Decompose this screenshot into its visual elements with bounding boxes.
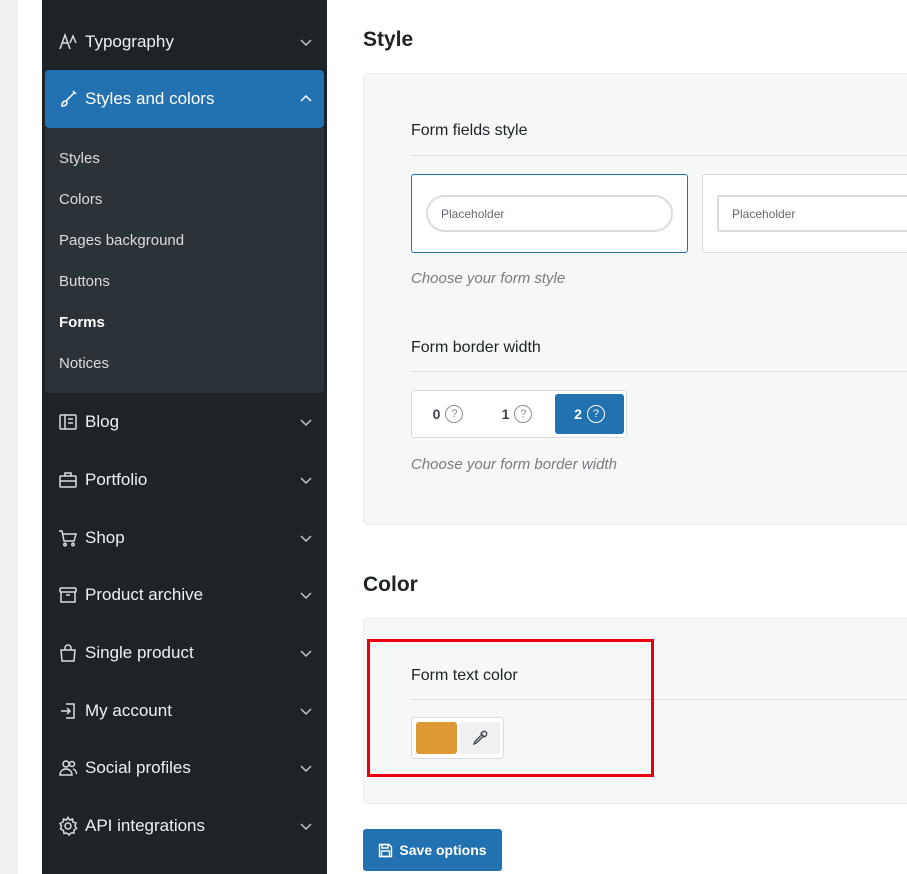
submenu-item-pages-background[interactable]: Pages background: [59, 232, 184, 249]
help-icon[interactable]: ?: [514, 405, 533, 423]
brush-icon: [61, 90, 77, 107]
help-icon[interactable]: ?: [445, 405, 464, 423]
save-icon: [379, 843, 393, 857]
nav-label: Styles and colors: [85, 89, 215, 108]
chevron-down-icon: [300, 765, 312, 773]
chevron-down-icon: [300, 708, 312, 716]
nav-item-single-product[interactable]: Single product: [42, 625, 327, 681]
typography-icon: [59, 32, 77, 50]
briefcase-icon: [59, 472, 77, 488]
nav-item-product-archive[interactable]: Product archive: [42, 567, 327, 623]
nav-item-social-profiles[interactable]: Social profiles: [42, 740, 327, 796]
chevron-down-icon: [300, 592, 312, 600]
nav-label: Shop: [85, 528, 125, 547]
chevron-down-icon: [300, 39, 312, 47]
chevron-down-icon: [300, 535, 312, 543]
border-width-option-1[interactable]: 1 ?: [483, 394, 551, 434]
submenu-styles-and-colors: Styles Colors Pages background Buttons F…: [45, 128, 324, 393]
chevron-down-icon: [300, 650, 312, 658]
form-style-option-square[interactable]: Placeholder: [702, 174, 907, 253]
section-title-style: Style: [363, 28, 414, 51]
form-style-option-rounded[interactable]: Placeholder: [411, 174, 688, 253]
nav-item-shop[interactable]: Shop: [42, 510, 327, 566]
users-icon: [59, 760, 78, 776]
chevron-down-icon: [300, 823, 312, 831]
nav-item-api-integrations[interactable]: API integrations: [42, 798, 327, 854]
nav-label: Social profiles: [85, 758, 191, 777]
admin-gutter: [0, 0, 18, 874]
nav-label: Product archive: [85, 585, 204, 604]
nav-label: Blog: [85, 412, 120, 431]
chevron-down-icon: [300, 477, 312, 485]
nav-label: My account: [85, 701, 172, 720]
form-border-width-label: Form border width: [411, 339, 541, 356]
options-main: Style Form fields style Placeholder Plac…: [327, 0, 907, 874]
nav-label: Single product: [85, 643, 194, 662]
nav-item-portfolio[interactable]: Portfolio: [42, 452, 327, 508]
save-options-button[interactable]: Save options: [363, 829, 502, 871]
options-sidebar: Typography Styles and colors Styles Colo…: [42, 0, 327, 874]
nav-label: Typography: [85, 32, 174, 51]
chevron-down-icon: [300, 419, 312, 427]
border-width-selector: 0 ? 1 ? 2 ?: [411, 390, 627, 438]
archive-icon: [59, 587, 77, 603]
submenu-item-notices[interactable]: Notices: [59, 355, 109, 372]
nav-item-blog[interactable]: Blog: [42, 394, 327, 450]
placeholder-preview: Placeholder: [426, 195, 673, 232]
save-label: Save options: [399, 842, 487, 858]
nav-item-my-account[interactable]: My account: [42, 683, 327, 739]
submenu-item-buttons[interactable]: Buttons: [59, 273, 110, 290]
placeholder-preview: Placeholder: [717, 195, 907, 232]
gear-icon: [58, 816, 78, 836]
border-width-option-0[interactable]: 0 ?: [415, 394, 481, 434]
nav-item-styles-and-colors[interactable]: Styles and colors: [42, 71, 327, 127]
form-border-width-help: Choose your form border width: [411, 456, 617, 473]
nav-label: Portfolio: [85, 470, 148, 489]
highlight-box: [367, 639, 654, 777]
submenu-item-forms[interactable]: Forms: [59, 314, 105, 331]
nav-label: API integrations: [85, 816, 206, 835]
blog-icon: [59, 414, 77, 430]
submenu-item-styles[interactable]: Styles: [59, 150, 100, 167]
cart-icon: [59, 530, 77, 547]
help-icon[interactable]: ?: [586, 405, 605, 423]
section-title-color: Color: [363, 573, 418, 596]
chevron-up-icon: [300, 94, 312, 102]
nav-item-typography[interactable]: Typography: [42, 14, 327, 70]
submenu-item-colors[interactable]: Colors: [59, 191, 102, 208]
bag-icon: [60, 644, 76, 662]
login-icon: [61, 703, 75, 719]
form-fields-style-label: Form fields style: [411, 122, 528, 139]
border-width-option-2[interactable]: 2 ?: [555, 394, 624, 434]
form-style-help: Choose your form style: [411, 270, 566, 287]
